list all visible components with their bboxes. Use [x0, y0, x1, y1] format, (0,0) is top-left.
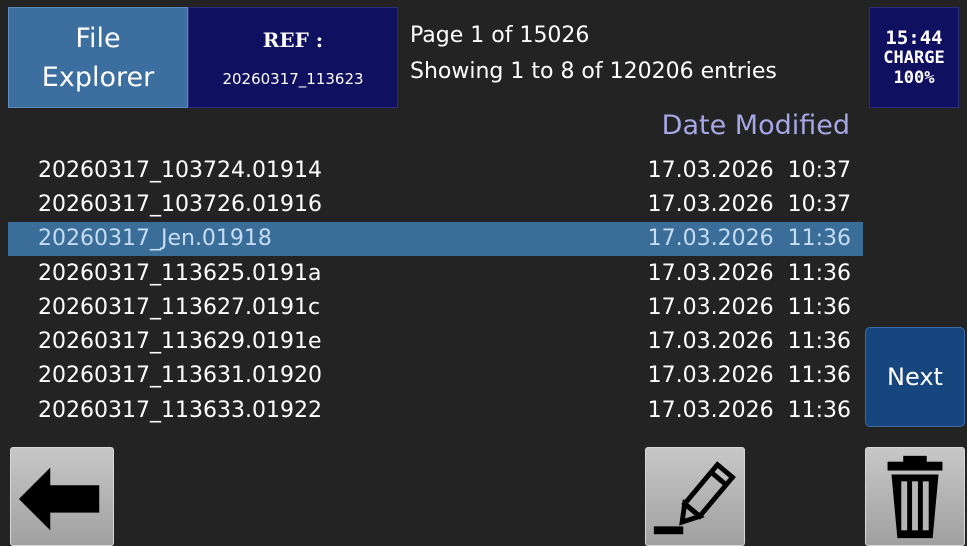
page-number-text: Page 1 of 15026 — [410, 23, 590, 48]
file-row[interactable]: 20260317_113631.01920 17.03.2026 11:36 — [8, 359, 863, 393]
trash-icon — [887, 455, 943, 539]
charge-label: CHARGE — [883, 47, 945, 68]
file-row-selected[interactable]: 20260317_Jen.01918 17.03.2026 11:36 — [8, 221, 863, 256]
app-title: File Explorer — [8, 7, 188, 108]
file-name: 20260317_113631.01920 — [38, 363, 322, 389]
pencil-icon — [653, 461, 736, 535]
file-date: 17.03.2026 11:36 — [647, 397, 851, 423]
file-name: 20260317_103724.01914 — [38, 157, 322, 183]
ref-value: 20260317_113623 — [222, 69, 364, 88]
file-list: 20260317_103724.01914 17.03.2026 10:37 2… — [8, 153, 863, 433]
file-date: 17.03.2026 11:36 — [647, 329, 851, 355]
file-date: 17.03.2026 11:36 — [647, 363, 851, 389]
file-date: 17.03.2026 10:37 — [647, 157, 851, 183]
status-box: 15:44 CHARGE 100% — [869, 7, 959, 108]
edit-button[interactable] — [645, 447, 745, 546]
file-name: 20260317_113633.01922 — [38, 397, 322, 423]
file-name: 20260317_103726.01916 — [38, 191, 322, 217]
arrow-left-icon — [18, 467, 100, 531]
app-title-line2: Explorer — [41, 61, 155, 93]
file-date: 17.03.2026 11:36 — [647, 260, 851, 286]
file-date: 17.03.2026 11:36 — [647, 294, 851, 320]
file-name: 20260317_Jen.01918 — [38, 226, 272, 252]
charge-level: 100% — [893, 67, 935, 88]
file-name: 20260317_113625.0191a — [38, 260, 322, 286]
file-name: 20260317_113627.0191c — [38, 294, 321, 320]
file-row[interactable]: 20260317_113627.0191c 17.03.2026 11:36 — [8, 290, 863, 324]
next-page-button[interactable]: Next — [865, 327, 965, 427]
file-row[interactable]: 20260317_113629.0191e 17.03.2026 11:36 — [8, 324, 863, 358]
ref-label: REF : — [262, 27, 324, 52]
file-row[interactable]: 20260317_103724.01914 17.03.2026 10:37 — [8, 153, 863, 187]
clock-time: 15:44 — [885, 26, 943, 49]
file-explorer-screen: File Explorer REF : 20260317_113623 Page… — [0, 0, 967, 546]
entries-count-text: Showing 1 to 8 of 120206 entries — [410, 59, 777, 84]
back-button[interactable] — [10, 447, 114, 546]
app-title-line1: File — [75, 22, 121, 54]
file-name: 20260317_113629.0191e — [38, 329, 322, 355]
file-date: 17.03.2026 10:37 — [647, 191, 851, 217]
date-modified-column-header[interactable]: Date Modified — [560, 110, 850, 146]
file-row[interactable]: 20260317_103726.01916 17.03.2026 10:37 — [8, 187, 863, 221]
file-row[interactable]: 20260317_113633.01922 17.03.2026 11:36 — [8, 393, 863, 427]
page-info: Page 1 of 15026 Showing 1 to 8 of 120206… — [410, 18, 860, 98]
file-row[interactable]: 20260317_113625.0191a 17.03.2026 11:36 — [8, 256, 863, 290]
file-date: 17.03.2026 11:36 — [647, 226, 851, 252]
delete-button[interactable] — [865, 447, 965, 546]
ref-box: REF : 20260317_113623 — [188, 7, 398, 108]
